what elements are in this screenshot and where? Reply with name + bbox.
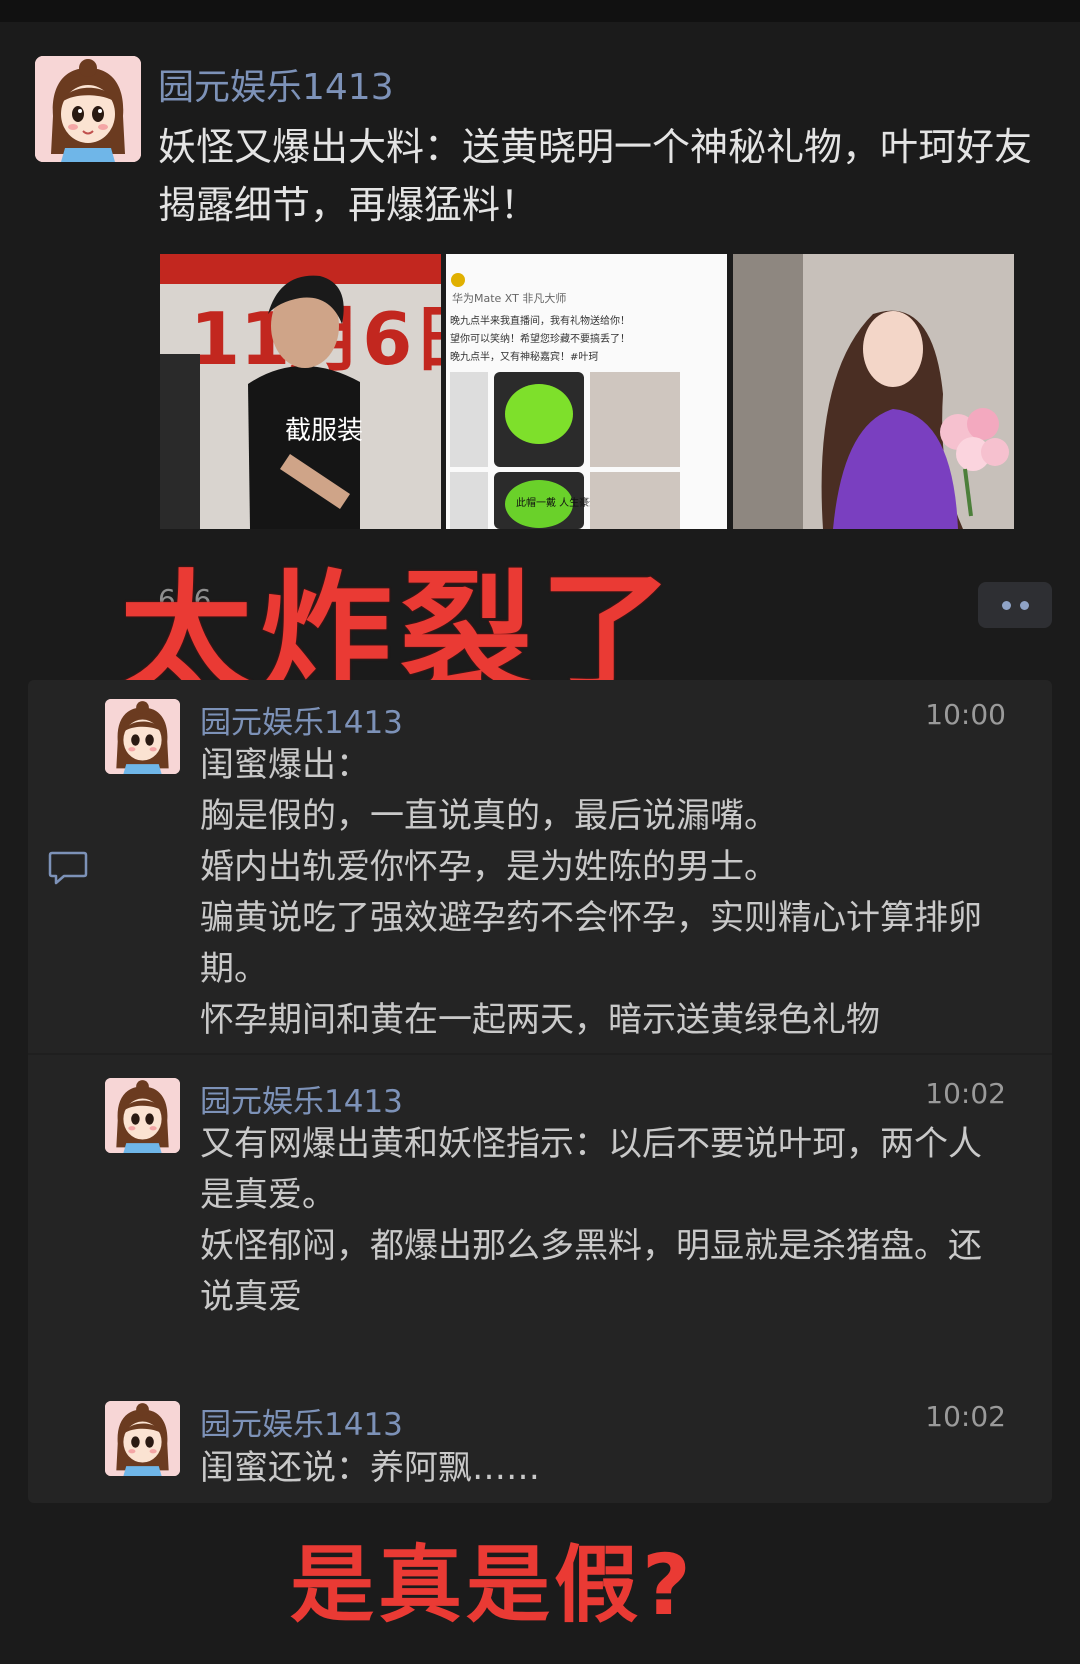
photo-2-line-2: 望你可以笑纳！希望您珍藏不要搞丢了！ [450, 332, 630, 345]
comment-text: 闺蜜爆出： 胸是假的，一直说真的，最后说漏嘴。 婚内出轨爱你怀孕，是为姓陈的男士… [200, 740, 1010, 1046]
comment-avatar[interactable] [105, 1078, 180, 1153]
comment-avatar[interactable] [105, 1401, 180, 1476]
post-photo-1[interactable]: 11月6日 截服装 [160, 254, 441, 529]
photo-2-line-3: 晚九点半，又有神秘嘉宾！#叶珂 [450, 350, 598, 363]
avatar-cartoon-girl-icon [35, 56, 141, 162]
post-author-name[interactable]: 园元娱乐1413 [158, 58, 394, 110]
photo-2-cap-text: 此帽一戴 人生豪迈 [516, 496, 599, 509]
comment-time: 10:02 [925, 1400, 1006, 1433]
comment-line: 胸是假的，一直说真的，最后说漏嘴。 [200, 796, 778, 836]
photo-man-black-tshirt-image: 11月6日 截服装 [160, 254, 441, 529]
photo-1-shirt-text: 截服装 [285, 416, 363, 446]
comment-line: 闺蜜爆出： [200, 745, 370, 785]
comment-text: 又有网爆出黄和妖怪指示：以后不要说叶珂，两个人是真爱。 妖怪郁闷，都爆出那么多黑… [200, 1119, 1010, 1323]
comment-icon[interactable] [48, 850, 88, 886]
photo-2-line-1: 晚九点半来我直播间，我有礼物送给你！ [450, 314, 630, 327]
photo-woman-purple-dress-image [733, 254, 1014, 529]
comment-author[interactable]: 园元娱乐1413 [200, 1399, 403, 1444]
post-photo-3[interactable] [733, 254, 1014, 529]
status-bar [0, 0, 1080, 22]
comment-time: 10:02 [925, 1077, 1006, 1110]
post-avatar[interactable] [35, 56, 141, 162]
comment-line: 闺蜜还说：养阿飘…… [200, 1448, 540, 1488]
photo-screenshot-green-cap-image: 华为Mate XT 非凡大师 晚九点半来我直播间，我有礼物送给你！ 望你可以笑纳… [446, 254, 727, 529]
comment-line: 怀孕期间和黄在一起两天，暗示送黄绿色礼物 [200, 1000, 880, 1040]
post-text: 妖怪又爆出大料：送黄晓明一个神秘礼物，叶珂好友揭露细节，再爆猛料！ [158, 125, 1033, 227]
comment-line: 骗黄说吃了强效避孕药不会怀孕，实则精心计算排卵期。 [200, 898, 982, 989]
post-photo-2[interactable]: 华为Mate XT 非凡大师 晚九点半来我直播间，我有礼物送给你！ 望你可以笑纳… [446, 254, 727, 529]
overlay-question: 是真是假? [290, 1536, 695, 1634]
avatar-cartoon-girl-icon [105, 1401, 180, 1476]
photo-2-header: 华为Mate XT 非凡大师 [452, 291, 566, 305]
avatar-cartoon-girl-icon [105, 699, 180, 774]
comment-text: 闺蜜还说：养阿飘…… [200, 1443, 1010, 1494]
comment-time: 10:00 [925, 698, 1006, 731]
avatar-cartoon-girl-icon [105, 1078, 180, 1153]
comment-author[interactable]: 园元娱乐1413 [200, 1076, 403, 1121]
more-actions-button[interactable] [978, 582, 1052, 628]
comment-author[interactable]: 园元娱乐1413 [200, 697, 403, 742]
comment-line: 妖怪郁闷，都爆出那么多黑料，明显就是杀猪盘。还说真爱 [200, 1226, 982, 1317]
comment-line: 婚内出轨爱你怀孕，是为姓陈的男士。 [200, 847, 778, 887]
comment-divider [28, 1053, 1052, 1055]
comment-avatar[interactable] [105, 699, 180, 774]
comment-line: 又有网爆出黄和妖怪指示：以后不要说叶珂，两个人是真爱。 [200, 1124, 982, 1215]
